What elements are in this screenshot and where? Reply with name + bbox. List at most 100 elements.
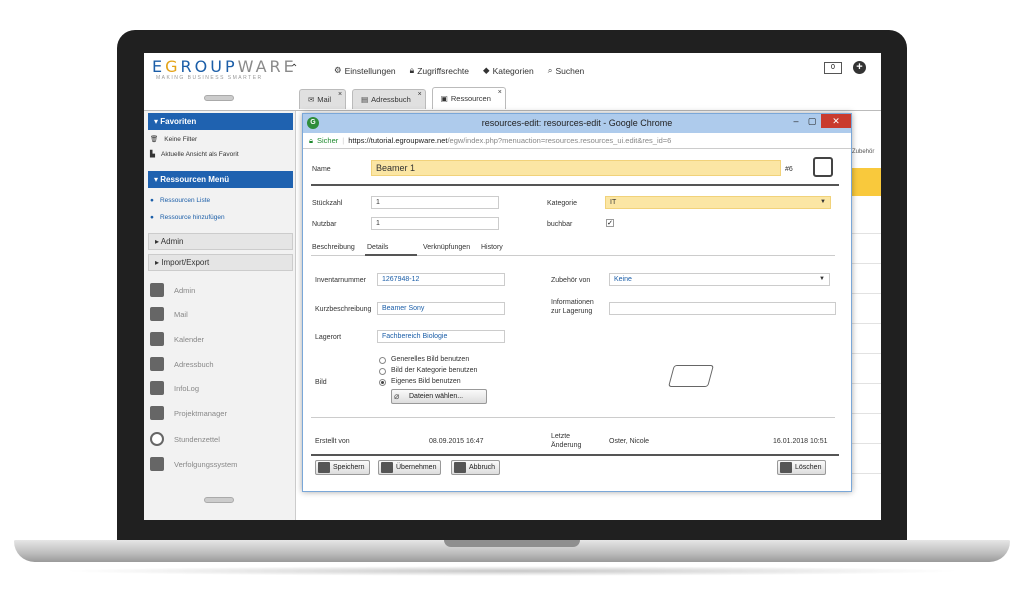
resource-edit-window: G resources-edit: resources-edit - Googl…: [302, 113, 852, 492]
nav-search[interactable]: ⌕ Suchen: [548, 65, 585, 76]
app-timesheet[interactable]: Stundenzettel: [150, 432, 220, 446]
app-label: Mail: [174, 309, 188, 319]
location-input[interactable]: Fachbereich Biologie: [377, 330, 505, 343]
accessory-select[interactable]: Keine ▼: [609, 273, 830, 286]
infolog-icon: [150, 381, 164, 395]
picture-option-own[interactable]: [379, 379, 386, 386]
egroupware-icon: G: [307, 117, 319, 129]
sidebar-item-resource-list[interactable]: ● Ressourcen Liste: [150, 197, 210, 204]
usable-input[interactable]: 1: [371, 217, 499, 230]
nav-label: Kategorien: [492, 65, 534, 76]
active-tab-indicator: [365, 254, 417, 256]
paperclip-icon: ⌀: [394, 391, 400, 401]
app-addressbook[interactable]: Adressbuch: [150, 357, 214, 371]
resource-id: #6: [785, 166, 793, 173]
bookable-checkbox[interactable]: ✓: [606, 219, 614, 227]
app-header: EGROUPWARE MAKING BUSINESS SMARTER ⌃ ⚙ Ei…: [144, 53, 881, 89]
tab-label: Ressourcen: [450, 93, 491, 103]
app-label: Stundenzettel: [174, 434, 220, 444]
cancel-icon: [454, 462, 466, 473]
maximize-icon[interactable]: ▢: [805, 114, 819, 128]
collapse-icon[interactable]: ⌃: [290, 63, 298, 74]
tab-details[interactable]: Details: [367, 244, 388, 251]
resources-menu-header[interactable]: ▾ Ressourcen Menü: [148, 171, 293, 188]
window-titlebar[interactable]: G resources-edit: resources-edit - Googl…: [303, 114, 851, 133]
sidebar-item-save-favorite[interactable]: ▙ Aktuelle Ansicht als Favorit: [150, 150, 239, 159]
close-icon[interactable]: ×: [418, 85, 422, 105]
minimize-icon[interactable]: –: [789, 114, 803, 128]
sidebar-item-add-resource[interactable]: ● Ressource hinzufügen: [150, 214, 225, 221]
gear-icon: ⚙: [334, 65, 342, 75]
nav-label: Suchen: [555, 65, 585, 76]
nav-settings[interactable]: ⚙ Einstellungen: [334, 65, 396, 76]
add-icon[interactable]: +: [853, 61, 866, 74]
footer-divider: [311, 454, 839, 456]
calendar-icon: [150, 332, 164, 346]
picture-option-category[interactable]: [379, 368, 386, 375]
sidebar-scroll-handle[interactable]: [204, 95, 234, 101]
app-mail[interactable]: Mail: [150, 307, 188, 321]
storage-info-input[interactable]: [609, 302, 836, 315]
accessory-label: Zubehör von: [551, 277, 591, 284]
inventory-input[interactable]: 1267948-12: [377, 273, 505, 286]
close-icon[interactable]: ×: [498, 83, 502, 103]
header-divider: [311, 184, 839, 186]
lock-icon: 🔒︎: [309, 136, 313, 145]
nav-access[interactable]: 🔒︎ Zugriffsrechte: [410, 65, 469, 76]
choose-files-button[interactable]: ⌀ Dateien wählen...: [391, 389, 487, 404]
modified-user: Oster, Nicole: [609, 438, 650, 445]
tab-label: Adressbuch: [371, 94, 411, 104]
row-divider: [850, 443, 881, 444]
short-description-input[interactable]: Beamer Sony: [377, 302, 505, 315]
address-bar[interactable]: 🔒︎ Sicher | https://tutorial.egroupware.…: [303, 133, 851, 149]
app-projectmanager[interactable]: Projektmanager: [150, 406, 227, 420]
tab-description[interactable]: Beschreibung: [312, 244, 355, 251]
notification-counter[interactable]: 0: [824, 62, 842, 74]
selected-row[interactable]: [850, 168, 881, 196]
tab-history[interactable]: History: [481, 244, 503, 251]
sidebar-scroll-handle-bottom[interactable]: [204, 497, 234, 503]
cancel-button[interactable]: Abbruch: [451, 460, 501, 475]
apply-button[interactable]: Übernehmen: [378, 460, 442, 475]
tab-resources[interactable]: ▣ Ressourcen ×: [431, 87, 506, 109]
app-label: Adressbuch: [174, 359, 214, 369]
modified-label-1: Letzte: [551, 433, 571, 440]
window-title: resources-edit: resources-edit - Google …: [481, 118, 673, 128]
secure-label: Sicher: [317, 136, 339, 145]
close-icon[interactable]: ✕: [821, 114, 851, 128]
button-label: Speichern: [333, 464, 365, 471]
addressbook-icon: ▤: [361, 94, 369, 104]
storage-info-label-2: zur Lagerung: [551, 308, 593, 315]
sidebar-item-label: Ressource hinzufügen: [159, 214, 225, 221]
sidebar-import-export[interactable]: ▸ Import/Export: [148, 254, 293, 271]
nav-categories[interactable]: ◆ Kategorien: [483, 65, 534, 76]
sidebar-item-label: Ressourcen Liste: [159, 197, 211, 204]
sidebar-item-label: Aktuelle Ansicht als Favorit: [161, 150, 239, 158]
app-infolog[interactable]: InfoLog: [150, 381, 199, 395]
tab-mail[interactable]: ✉ Mail ×: [299, 89, 347, 109]
chevron-down-icon: ▼: [819, 276, 825, 282]
app-tabs: ✉ Mail × ▤ Adressbuch × ▣ Ressourcen ×: [299, 87, 506, 109]
save-button[interactable]: Speichern: [315, 460, 370, 475]
addressbook-icon: [150, 357, 164, 371]
delete-button[interactable]: Löschen: [777, 460, 827, 475]
app-label: InfoLog: [174, 383, 200, 393]
count-input[interactable]: 1: [371, 196, 499, 209]
mail-icon: [150, 307, 164, 321]
close-icon[interactable]: ×: [338, 85, 342, 105]
document-icon: ▙: [150, 151, 155, 158]
sidebar-admin[interactable]: ▸ Admin: [148, 233, 293, 250]
picture-option-label: Eigenes Bild benutzen: [391, 378, 461, 385]
sidebar-item-no-filter[interactable]: 🗑︎ Keine Filter: [150, 135, 197, 144]
tab-addressbook[interactable]: ▤ Adressbuch ×: [352, 89, 426, 109]
app-admin[interactable]: Admin: [150, 283, 195, 297]
favorites-header[interactable]: ▾ Favoriten: [148, 113, 293, 130]
tab-links[interactable]: Verknüpfungen: [423, 244, 470, 251]
button-label: Dateien wählen...: [409, 393, 464, 400]
app-calendar[interactable]: Kalender: [150, 332, 204, 346]
app-tracker[interactable]: Verfolgungssystem: [150, 457, 237, 471]
name-input[interactable]: Beamer 1: [371, 160, 781, 176]
row-divider: [850, 473, 881, 474]
category-select[interactable]: IT ▼: [605, 196, 831, 209]
picture-option-general[interactable]: [379, 357, 386, 364]
